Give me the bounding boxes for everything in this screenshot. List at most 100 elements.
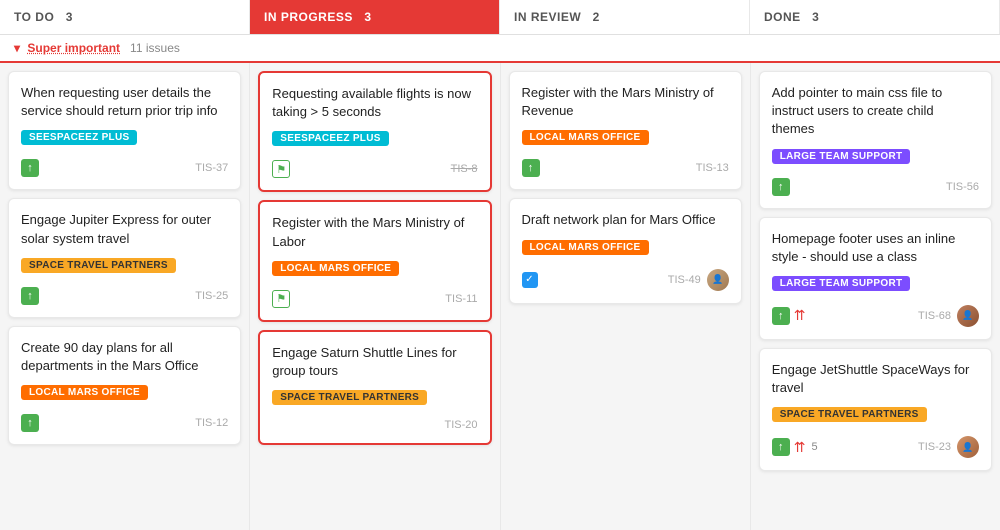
card-footer-tis-68: ↑ ⇈ TIS-68 👤 (772, 305, 979, 327)
column-header-done: DONE 3 (750, 0, 1000, 34)
card-footer-tis-23: ↑ ⇈ 5 TIS-23 👤 (772, 436, 979, 458)
card-footer-left-tis-11: ⚑ (272, 290, 290, 308)
card-footer-tis-12: ↑ TIS-12 (21, 414, 228, 432)
avatar-tis-68: 👤 (957, 305, 979, 327)
card-footer-left-tis-68: ↑ ⇈ (772, 307, 806, 325)
board: TO DO 3 IN PROGRESS 3 IN REVIEW 2 DONE 3… (0, 0, 1000, 530)
avatar-tis-49: 👤 (707, 269, 729, 291)
card-title-tis-20: Engage Saturn Shuttle Lines for group to… (272, 344, 477, 380)
priority-up-icon-tis-56: ↑ (772, 178, 790, 196)
card-tis-11[interactable]: Register with the Mars Ministry of Labor… (258, 200, 491, 321)
ticket-id-tis-68: TIS-68 (918, 310, 951, 322)
card-title-tis-49: Draft network plan for Mars Office (522, 211, 729, 229)
column-in-progress: Requesting available flights is now taki… (250, 63, 500, 530)
avatar-tis-23: 👤 (957, 436, 979, 458)
priority-up-icon-tis-13: ↑ (522, 159, 540, 177)
card-footer-tis-37: ↑ TIS-37 (21, 159, 228, 177)
card-footer-tis-11: ⚑ TIS-11 (272, 290, 477, 308)
flag-icon-tis-8: ⚑ (272, 160, 290, 178)
card-title-tis-12: Create 90 day plans for all departments … (21, 339, 228, 375)
priority-double-icon-tis-68: ⇈ (794, 307, 806, 324)
badge-tis-49: LOCAL MARS OFFICE (522, 240, 649, 255)
badge-tis-13: LOCAL MARS OFFICE (522, 130, 649, 145)
badge-tis-37: SEESPACEEZ PLUS (21, 130, 137, 145)
column-todo: When requesting user details the service… (0, 63, 250, 530)
card-footer-left-tis-12: ↑ (21, 414, 39, 432)
card-title-tis-11: Register with the Mars Ministry of Labor (272, 214, 477, 250)
badge-tis-56: LARGE TEAM SUPPORT (772, 149, 911, 164)
card-footer-left-tis-8: ⚑ (272, 160, 290, 178)
card-footer-left-tis-49: ✓ (522, 272, 538, 288)
ticket-id-tis-23: TIS-23 (918, 441, 951, 453)
priority-up-icon-tis-68: ↑ (772, 307, 790, 325)
badge-tis-25: SPACE TRAVEL PARTNERS (21, 258, 176, 273)
priority-up-icon-tis-25: ↑ (21, 287, 39, 305)
ticket-id-tis-49: TIS-49 (668, 274, 701, 286)
ticket-id-tis-56: TIS-56 (946, 181, 979, 193)
flag-icon-tis-11: ⚑ (272, 290, 290, 308)
group-chevron-icon[interactable]: ▾ (14, 41, 20, 55)
card-title-tis-25: Engage Jupiter Express for outer solar s… (21, 211, 228, 247)
badge-tis-20: SPACE TRAVEL PARTNERS (272, 390, 427, 405)
badge-tis-11: LOCAL MARS OFFICE (272, 261, 399, 276)
ticket-id-tis-13: TIS-13 (696, 162, 729, 174)
card-tis-68[interactable]: Homepage footer uses an inline style - s… (759, 217, 992, 340)
card-tis-37[interactable]: When requesting user details the service… (8, 71, 241, 190)
ticket-id-tis-37: TIS-37 (195, 162, 228, 174)
column-header-in-progress: IN PROGRESS 3 (250, 0, 500, 34)
column-label-done: DONE 3 (764, 10, 819, 24)
board-body: When requesting user details the service… (0, 63, 1000, 530)
card-footer-left-tis-25: ↑ (21, 287, 39, 305)
card-tis-13[interactable]: Register with the Mars Ministry of Reven… (509, 71, 742, 190)
column-label-in-review: IN REVIEW 2 (514, 10, 600, 24)
card-tis-20[interactable]: Engage Saturn Shuttle Lines for group to… (258, 330, 491, 445)
card-tis-12[interactable]: Create 90 day plans for all departments … (8, 326, 241, 445)
card-tis-25[interactable]: Engage Jupiter Express for outer solar s… (8, 198, 241, 317)
card-footer-tis-49: ✓ TIS-49 👤 (522, 269, 729, 291)
vote-count-tis-23: 5 (811, 441, 817, 453)
ticket-id-tis-11: TIS-11 (445, 293, 477, 305)
badge-tis-23: SPACE TRAVEL PARTNERS (772, 407, 927, 422)
column-in-review: Register with the Mars Ministry of Reven… (501, 63, 751, 530)
priority-up-icon-tis-23: ↑ (772, 438, 790, 456)
card-footer-tis-8: ⚑ TIS-8 (272, 160, 477, 178)
card-footer-left-tis-56: ↑ (772, 178, 790, 196)
priority-up-icon-tis-12: ↑ (21, 414, 39, 432)
card-footer-left-tis-23: ↑ ⇈ 5 (772, 438, 818, 456)
card-title-tis-8: Requesting available flights is now taki… (272, 85, 477, 121)
card-title-tis-37: When requesting user details the service… (21, 84, 228, 120)
priority-up-icon-tis-37: ↑ (21, 159, 39, 177)
checkbox-icon-tis-49: ✓ (522, 272, 538, 288)
group-issue-count: 11 issues (123, 41, 179, 55)
ticket-id-tis-20: TIS-20 (444, 419, 477, 431)
column-header-in-review: IN REVIEW 2 (500, 0, 750, 34)
column-done: Add pointer to main css file to instruct… (751, 63, 1000, 530)
card-title-tis-56: Add pointer to main css file to instruct… (772, 84, 979, 139)
ticket-id-tis-25: TIS-25 (195, 290, 228, 302)
badge-tis-68: LARGE TEAM SUPPORT (772, 276, 911, 291)
column-label-in-progress: IN PROGRESS 3 (264, 10, 372, 24)
card-title-tis-13: Register with the Mars Ministry of Reven… (522, 84, 729, 120)
badge-tis-8: SEESPACEEZ PLUS (272, 131, 388, 146)
card-footer-tis-56: ↑ TIS-56 (772, 178, 979, 196)
priority-double-icon-tis-23: ⇈ (794, 439, 806, 456)
ticket-id-tis-8: TIS-8 (451, 163, 478, 175)
card-tis-23[interactable]: Engage JetShuttle SpaceWays for travel S… (759, 348, 992, 471)
group-label-text: Super important (27, 41, 120, 55)
group-label-row: ▾ Super important 11 issues (0, 35, 1000, 63)
card-tis-8[interactable]: Requesting available flights is now taki… (258, 71, 491, 192)
card-tis-56[interactable]: Add pointer to main css file to instruct… (759, 71, 992, 209)
card-tis-49[interactable]: Draft network plan for Mars Office LOCAL… (509, 198, 742, 303)
board-header: TO DO 3 IN PROGRESS 3 IN REVIEW 2 DONE 3 (0, 0, 1000, 35)
card-footer-tis-20: TIS-20 (272, 419, 477, 431)
card-title-tis-23: Engage JetShuttle SpaceWays for travel (772, 361, 979, 397)
column-label-todo: TO DO 3 (14, 10, 73, 24)
card-footer-left-tis-37: ↑ (21, 159, 39, 177)
card-title-tis-68: Homepage footer uses an inline style - s… (772, 230, 979, 266)
card-footer-tis-13: ↑ TIS-13 (522, 159, 729, 177)
column-header-todo: TO DO 3 (0, 0, 250, 34)
card-footer-left-tis-13: ↑ (522, 159, 540, 177)
card-footer-tis-25: ↑ TIS-25 (21, 287, 228, 305)
ticket-id-tis-12: TIS-12 (195, 417, 228, 429)
badge-tis-12: LOCAL MARS OFFICE (21, 385, 148, 400)
